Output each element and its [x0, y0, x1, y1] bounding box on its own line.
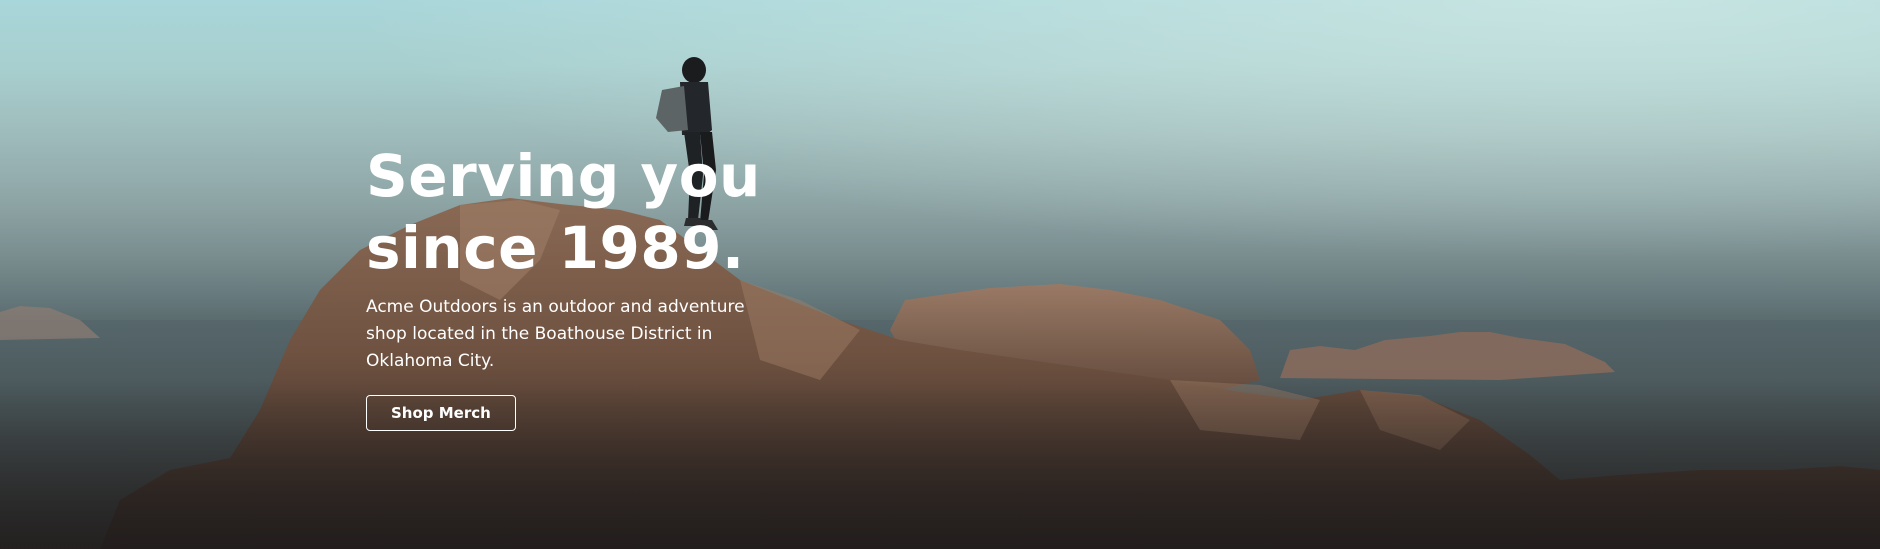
hero-description: Acme Outdoors is an outdoor and adventur…: [366, 297, 745, 371]
hero-content: Serving you since 1989. Acme Outdoors is…: [366, 140, 786, 431]
bottom-fade: [0, 380, 1880, 549]
hero-banner: Serving you since 1989. Acme Outdoors is…: [0, 0, 1880, 549]
shop-merch-button[interactable]: Shop Merch: [366, 395, 516, 431]
hero-headline: Serving you since 1989.: [366, 140, 786, 284]
headline-line-2: since 1989.: [366, 214, 745, 282]
background-photo: [0, 57, 1880, 549]
headline-line-1: Serving you: [366, 142, 761, 210]
